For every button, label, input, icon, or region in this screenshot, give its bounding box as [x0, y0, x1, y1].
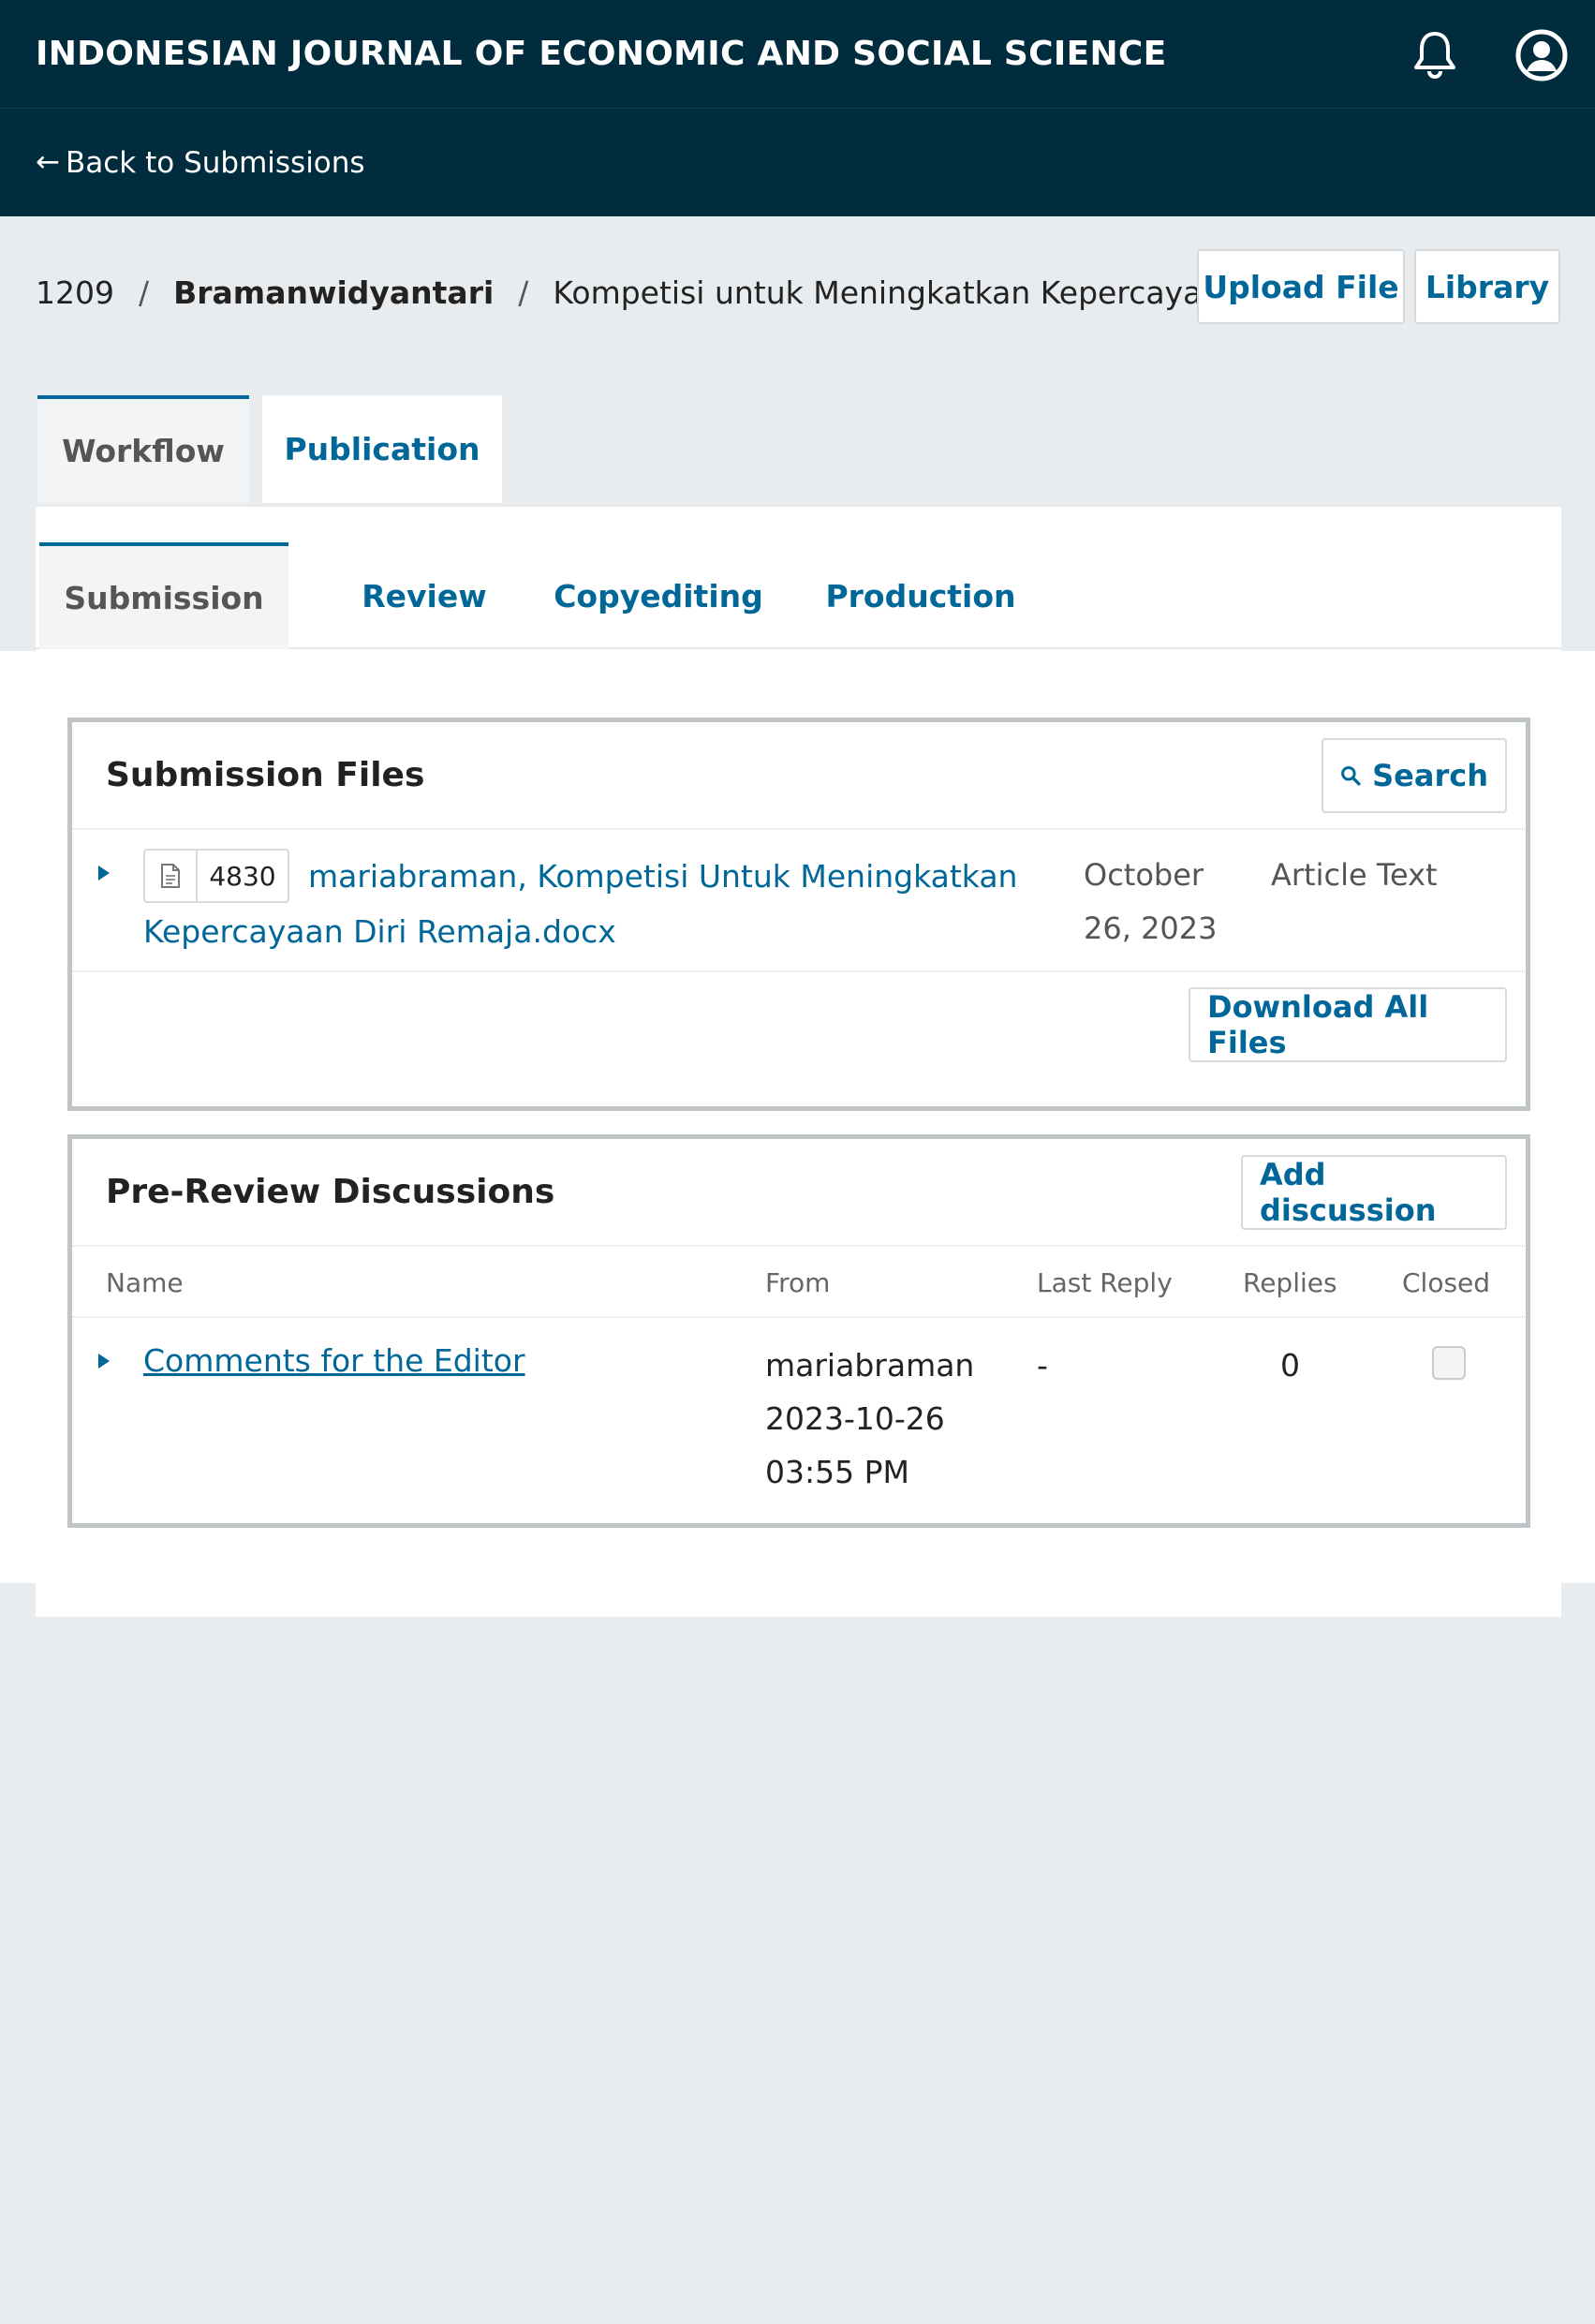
- tab-copyediting[interactable]: Copyediting: [532, 542, 785, 649]
- submission-title: Kompetisi untuk Meningkatkan Kepercayaar: [553, 274, 1200, 311]
- file-type: Article Text: [1271, 857, 1438, 893]
- table-header: Name From Last Reply Replies Closed: [72, 1247, 1526, 1318]
- bell-icon[interactable]: [1408, 28, 1462, 82]
- journal-title[interactable]: INDONESIAN JOURNAL OF ECONOMIC AND SOCIA…: [36, 35, 1167, 73]
- grid-header: Pre-Review Discussions Add discussion: [72, 1139, 1526, 1247]
- expand-triangle-icon[interactable]: [98, 866, 110, 881]
- arrow-left-icon: ←: [36, 145, 60, 179]
- file-id-badge: 4830: [143, 849, 289, 903]
- column-header-from: From: [765, 1267, 831, 1298]
- file-date: October 26, 2023: [1084, 857, 1218, 946]
- submission-id: 1209: [36, 274, 114, 311]
- column-header-closed: Closed: [1402, 1267, 1491, 1298]
- breadcrumb-separator: /: [518, 274, 529, 311]
- grid-title: Submission Files: [106, 756, 425, 794]
- back-link-label: Back to Submissions: [65, 145, 365, 180]
- library-button[interactable]: Library: [1414, 249, 1560, 324]
- discussion-from: mariabraman 2023-10-26 03:55 PM: [765, 1347, 975, 1490]
- document-icon: [145, 851, 198, 901]
- column-header-last-reply: Last Reply: [1037, 1267, 1173, 1298]
- column-header-name: Name: [106, 1267, 184, 1298]
- pre-review-discussions-grid: Pre-Review Discussions Add discussion Na…: [67, 1134, 1530, 1528]
- discussion-last-reply: -: [1037, 1347, 1048, 1384]
- column-header-replies: Replies: [1243, 1267, 1337, 1298]
- site-header: INDONESIAN JOURNAL OF ECONOMIC AND SOCIA…: [0, 0, 1595, 108]
- add-discussion-button[interactable]: Add discussion: [1241, 1155, 1507, 1230]
- search-icon: [1341, 766, 1361, 786]
- table-row: Comments for the Editor mariabraman 2023…: [72, 1318, 1526, 1519]
- grid-header: Submission Files Search: [72, 722, 1526, 830]
- stage-tabs: Submission Review Copyediting Production: [36, 507, 1561, 649]
- download-all-files-button[interactable]: Download All Files: [1189, 987, 1507, 1062]
- grid-title: Pre-Review Discussions: [106, 1173, 555, 1211]
- header-icons: [1408, 28, 1569, 82]
- discussion-link[interactable]: Comments for the Editor: [143, 1342, 525, 1379]
- tab-workflow[interactable]: Workflow: [37, 395, 249, 503]
- tab-submission[interactable]: Submission: [39, 542, 288, 649]
- submission-author: Bramanwidyantari: [173, 274, 495, 311]
- tab-publication[interactable]: Publication: [262, 395, 502, 503]
- closed-checkbox[interactable]: [1432, 1346, 1466, 1380]
- workflow-panel: Submission Review Copyediting Production…: [0, 507, 1595, 1617]
- upload-file-button[interactable]: Upload File: [1197, 249, 1405, 324]
- discussion-replies: 0: [1280, 1347, 1300, 1384]
- file-name-link[interactable]: mariabraman, Kompetisi Untuk Meningkatka…: [143, 849, 1127, 959]
- breadcrumb-separator: /: [138, 274, 150, 311]
- breadcrumb: 1209 / Bramanwidyantari / Kompetisi untu…: [36, 270, 1199, 315]
- expand-triangle-icon[interactable]: [98, 1354, 110, 1369]
- search-button[interactable]: Search: [1322, 738, 1507, 813]
- file-row: mariabraman, Kompetisi Untuk Meningkatka…: [72, 830, 1526, 972]
- tab-review[interactable]: Review: [317, 542, 532, 649]
- file-id: 4830: [209, 860, 276, 892]
- back-to-submissions-link[interactable]: ← Back to Submissions: [36, 146, 365, 180]
- submission-files-grid: Submission Files Search mariabraman, Kom…: [67, 718, 1530, 1111]
- tab-production[interactable]: Production: [785, 542, 1056, 649]
- user-circle-icon[interactable]: [1514, 28, 1569, 82]
- search-button-label: Search: [1372, 758, 1488, 793]
- navigation-bar: ← Back to Submissions: [0, 108, 1595, 216]
- grid-footer: Download All Files: [72, 972, 1526, 1103]
